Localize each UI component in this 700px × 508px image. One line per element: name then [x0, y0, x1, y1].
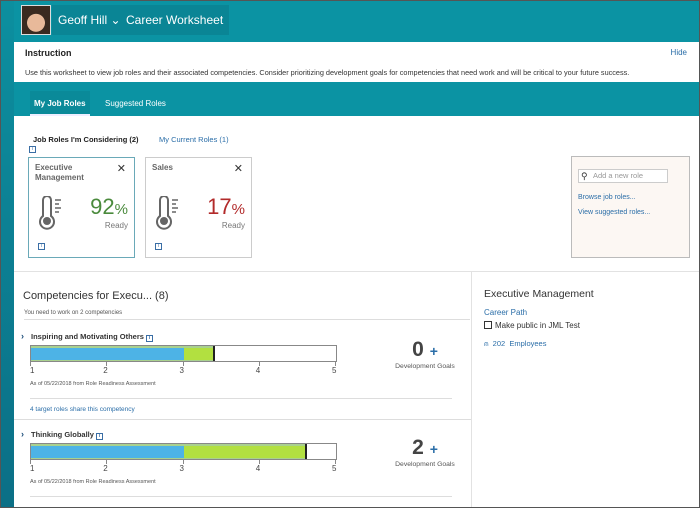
make-public-checkbox[interactable]: Make public in JML Test [484, 321, 580, 330]
chevron-right-icon[interactable]: › [21, 429, 24, 439]
info-icon[interactable]: i [155, 243, 162, 250]
as-of-text: As of 05/22/2018 from Role Readiness Ass… [30, 479, 156, 485]
target-fill [183, 446, 306, 458]
scale-label: 4 [255, 366, 261, 375]
competencies-title: Competencies for Execu... (8) [23, 290, 169, 302]
competencies-summary: You need to work on 2 competencies [24, 310, 123, 316]
goals-label: Development Goals [395, 461, 455, 468]
goals-label: Development Goals [395, 363, 455, 370]
app-window: Geoff Hill ⌄ Career Worksheet Instructio… [0, 0, 700, 508]
subtab-current-roles[interactable]: My Current Roles (1) [159, 135, 229, 144]
add-role-panel: ⚲ Add a new role Browse job roles... View… [571, 156, 690, 258]
scale-label: 2 [103, 464, 108, 473]
scale-label: 3 [179, 366, 184, 375]
target-fill [183, 348, 214, 360]
goals-count: 0 [412, 338, 424, 361]
user-name: Geoff Hill [58, 13, 108, 27]
divider [14, 419, 471, 420]
instruction-title: Instruction [25, 48, 72, 58]
competency-name: Thinking Globally i [31, 430, 104, 440]
competency-bar [30, 443, 337, 460]
make-public-label: Make public in JML Test [495, 321, 580, 330]
employees-label: Employees [509, 339, 547, 348]
career-path-link[interactable]: Career Path [484, 308, 527, 317]
instruction-text: Use this worksheet to view job roles and… [25, 68, 630, 77]
goals-count: 2 [412, 436, 424, 459]
scale-label: 5 [332, 464, 337, 473]
shared-roles-link[interactable]: 4 target roles share this competency [30, 406, 135, 413]
percent-value: 92 [90, 194, 115, 219]
role-panel-title: Executive Management [484, 288, 594, 300]
scale-label: 3 [179, 464, 184, 473]
view-suggested-roles-link[interactable]: View suggested roles... [578, 209, 650, 216]
search-icon: ⚲ [581, 171, 588, 181]
instruction-panel: Instruction Hide Use this worksheet to v… [14, 42, 699, 82]
divider [24, 319, 470, 320]
thermometer-icon [39, 196, 61, 230]
info-icon[interactable]: i [38, 243, 45, 250]
card-title: Executive Management [35, 163, 84, 182]
scale-label: 4 [255, 464, 261, 473]
thermometer-icon [156, 196, 178, 230]
employees-link[interactable]: ⍝ 202 Employees [484, 339, 546, 349]
browse-job-roles-link[interactable]: Browse job roles... [578, 194, 636, 201]
chevron-right-icon[interactable]: › [21, 331, 24, 341]
employee-count: 202 [492, 339, 506, 348]
main-content: Job Roles I'm Considering (2) My Current… [14, 116, 699, 507]
app-title[interactable]: Career Worksheet [120, 5, 230, 35]
add-goal-icon[interactable]: + [430, 441, 438, 457]
add-goal-icon[interactable]: + [430, 343, 438, 359]
current-fill [31, 446, 184, 458]
close-icon[interactable]: ✕ [234, 162, 243, 175]
competency-bar [30, 345, 337, 362]
ready-label: Ready [104, 221, 128, 230]
user-menu-button[interactable]: Geoff Hill ⌄ [52, 5, 127, 35]
left-strip [1, 1, 14, 507]
chevron-down-icon: ⌄ [107, 13, 121, 27]
role-card-executive-management[interactable]: Executive Management ✕ 92% Ready i [28, 157, 135, 258]
info-icon[interactable]: i [146, 335, 154, 342]
add-role-input[interactable]: ⚲ Add a new role [578, 169, 668, 183]
current-fill [31, 348, 184, 360]
target-marker [213, 346, 215, 361]
person-icon: ⍝ [484, 339, 489, 348]
header: Geoff Hill ⌄ Career Worksheet [1, 1, 699, 42]
tab-suggested-roles[interactable]: Suggested Roles [101, 91, 170, 116]
target-marker [304, 444, 307, 459]
scale-label: 1 [30, 366, 35, 375]
checkbox-icon [484, 321, 492, 329]
info-icon[interactable]: i [29, 146, 36, 153]
add-role-placeholder: Add a new role [593, 171, 644, 180]
percent-value: 17 [207, 194, 232, 219]
subtab-considering[interactable]: Job Roles I'm Considering (2) [33, 135, 139, 144]
info-icon[interactable]: i [96, 433, 104, 440]
scale-label: 5 [332, 366, 337, 375]
percent-unit: % [114, 201, 128, 218]
development-goals: 0 + Development Goals [392, 338, 458, 370]
role-card-sales[interactable]: Sales ✕ 17% Ready i [145, 157, 252, 258]
scale-label: 1 [30, 464, 35, 473]
percent-unit: % [231, 201, 245, 218]
development-goals: 2 + Development Goals [392, 436, 458, 468]
as-of-text: As of 05/22/2018 from Role Readiness Ass… [30, 381, 156, 387]
tab-bar: My Job Roles Suggested Roles [14, 82, 699, 116]
competency-name: Inspiring and Motivating Others i [31, 332, 154, 342]
divider [30, 398, 452, 399]
avatar[interactable] [21, 5, 51, 35]
card-title: Sales [152, 163, 173, 172]
ready-label: Ready [221, 221, 245, 230]
close-icon[interactable]: ✕ [117, 162, 126, 175]
scale-label: 2 [103, 366, 108, 375]
tab-my-job-roles[interactable]: My Job Roles [30, 91, 90, 116]
divider [14, 271, 699, 272]
divider [30, 496, 452, 497]
divider [471, 272, 472, 507]
hide-link[interactable]: Hide [671, 48, 687, 57]
readiness-percent: 17% [207, 194, 245, 220]
readiness-percent: 92% [90, 194, 128, 220]
